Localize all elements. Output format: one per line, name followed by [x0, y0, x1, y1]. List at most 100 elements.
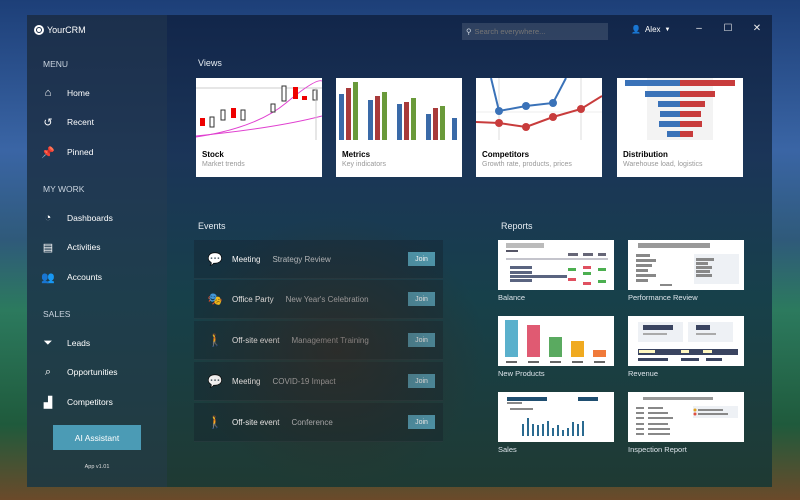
search-box[interactable]: ⚲	[462, 23, 608, 40]
walking-icon: 🚶	[207, 415, 223, 429]
ai-assistant-button[interactable]: AI Assistant	[53, 425, 141, 450]
section-sales: SALES	[43, 309, 71, 319]
app-version: App v1.01	[84, 464, 110, 470]
sidebar-item-label: Activities	[67, 242, 101, 252]
sidebar-item-label: Home	[67, 88, 90, 98]
close-button[interactable]: ✕	[750, 23, 764, 34]
sidebar-item-home[interactable]: ⌂ Home	[41, 83, 161, 103]
sidebar-item-pinned[interactable]: 📌 Pinned	[41, 142, 161, 162]
events-heading: Events	[198, 221, 226, 231]
app-window: YourCRM MENU ⌂ Home ↺ Recent 📌 Pinned MY WO…	[27, 15, 772, 487]
report-thumbnail-sales[interactable]	[498, 392, 614, 442]
view-card-title: Competitors	[482, 150, 530, 159]
report-label: New Products	[498, 369, 545, 378]
report-thumbnail-inspection-report[interactable]	[628, 392, 744, 442]
event-name: Management Training	[291, 335, 369, 345]
sidebar-item-opportunities[interactable]: ⌕ Opportunities	[41, 362, 161, 382]
user-name: Alex	[644, 25, 661, 34]
sidebar-item-recent[interactable]: ↺ Recent	[41, 112, 161, 132]
join-button[interactable]: Join	[408, 415, 435, 429]
report-thumbnail-balance[interactable]	[498, 240, 614, 290]
join-button[interactable]: Join	[408, 374, 435, 388]
activities-icon: ▤	[42, 241, 54, 254]
accounts-icon: 👥	[41, 271, 55, 284]
join-button[interactable]: Join	[408, 252, 435, 266]
view-card-competitors[interactable]: Competitors Growth rate, products, price…	[476, 78, 602, 177]
event-name: Strategy Review	[272, 254, 331, 264]
performance-review-thumbnail	[636, 243, 739, 286]
sidebar-item-label: Dashboards	[67, 213, 113, 223]
sidebar-item-activities[interactable]: ▤ Activities	[41, 237, 161, 257]
view-card-subtitle: Growth rate, products, prices	[482, 161, 572, 168]
meeting-icon: 💬	[207, 374, 223, 388]
event-type: Off-site event	[232, 335, 280, 345]
section-menu: MENU	[43, 59, 69, 69]
dashboard-icon: ◔	[44, 212, 52, 224]
chevron-down-icon: ▼	[664, 26, 671, 33]
event-type: Meeting	[232, 254, 261, 264]
user-icon: 👤	[631, 25, 641, 34]
sidebar: YourCRM MENU ⌂ Home ↺ Recent 📌 Pinned MY WO…	[27, 15, 167, 487]
app-title: YourCRM	[47, 25, 86, 35]
view-card-subtitle: Warehouse load, logistics	[623, 161, 703, 168]
event-name: COVID-19 Impact	[272, 376, 336, 386]
event-row[interactable]: 💬 Meeting COVID-19 Impact Join	[194, 362, 443, 401]
walking-icon: 🚶	[207, 333, 223, 347]
home-icon: ⌂	[44, 87, 52, 99]
party-mask-icon: 🎭	[207, 292, 223, 306]
opportunities-icon: ⌕	[44, 365, 52, 378]
event-row[interactable]: 🚶 Off-site event Management Training Join	[194, 321, 443, 360]
view-card-stock[interactable]: Stock Market trends	[196, 78, 322, 177]
event-row[interactable]: 🎭 Office Party New Year's Celebration Join	[194, 280, 443, 319]
event-type: Off-site event	[232, 417, 280, 427]
view-card-title: Stock	[202, 150, 224, 159]
event-row[interactable]: 🚶 Off-site event Conference Join	[194, 403, 443, 442]
event-name: Conference	[291, 417, 333, 427]
report-thumbnail-new-products[interactable]	[498, 316, 614, 366]
view-card-metrics[interactable]: Metrics Key indicators	[336, 78, 462, 177]
event-type: Meeting	[232, 376, 261, 386]
sidebar-item-accounts[interactable]: 👥 Accounts	[41, 267, 161, 287]
history-icon: ↺	[43, 116, 53, 129]
pin-icon: 📌	[41, 146, 55, 159]
revenue-thumbnail	[638, 322, 738, 361]
maximize-button[interactable]: ☐	[721, 23, 735, 34]
report-label: Revenue	[628, 369, 659, 378]
inspection-report-thumbnail	[636, 397, 738, 435]
sidebar-item-leads[interactable]: ⏷ Leads	[41, 333, 161, 353]
report-thumbnail-performance-review[interactable]	[628, 240, 744, 290]
report-thumbnail-revenue[interactable]	[628, 316, 744, 366]
sidebar-item-dashboards[interactable]: ◔ Dashboards	[41, 208, 161, 228]
join-button[interactable]: Join	[408, 333, 435, 347]
sidebar-item-label: Opportunities	[67, 367, 118, 377]
view-card-distribution[interactable]: Distribution Warehouse load, logistics	[617, 78, 743, 177]
meeting-icon: 💬	[207, 252, 223, 266]
sidebar-item-competitors[interactable]: ▟ Competitors	[41, 392, 161, 412]
metrics-thumbnail	[339, 82, 457, 140]
distribution-thumbnail	[625, 78, 735, 140]
report-label: Performance Review	[628, 293, 698, 302]
search-icon: ⚲	[466, 27, 472, 36]
section-my-work: MY WORK	[43, 184, 85, 194]
balance-thumbnail	[506, 243, 608, 285]
report-label: Sales	[498, 445, 517, 454]
sidebar-item-label: Competitors	[67, 397, 113, 407]
stock-thumbnail	[196, 80, 322, 140]
view-card-subtitle: Key indicators	[342, 161, 386, 168]
join-button[interactable]: Join	[408, 292, 435, 306]
report-label: Balance	[498, 293, 526, 302]
event-type: Office Party	[232, 294, 274, 304]
sidebar-item-label: Accounts	[67, 272, 102, 282]
sidebar-item-label: Recent	[67, 117, 94, 127]
app-logo-icon	[34, 25, 44, 35]
view-card-title: Metrics	[342, 150, 371, 159]
search-input[interactable]	[474, 27, 595, 36]
competitors-icon: ▟	[43, 396, 53, 409]
event-row[interactable]: 💬 Meeting Strategy Review Join	[194, 240, 443, 279]
sidebar-item-label: Leads	[67, 338, 91, 348]
funnel-icon: ⏷	[43, 336, 53, 349]
minimize-button[interactable]: –	[692, 23, 706, 34]
event-name: New Year's Celebration	[285, 294, 369, 304]
user-menu[interactable]: 👤 Alex ▼	[631, 25, 670, 34]
sidebar-item-label: Pinned	[67, 147, 94, 157]
